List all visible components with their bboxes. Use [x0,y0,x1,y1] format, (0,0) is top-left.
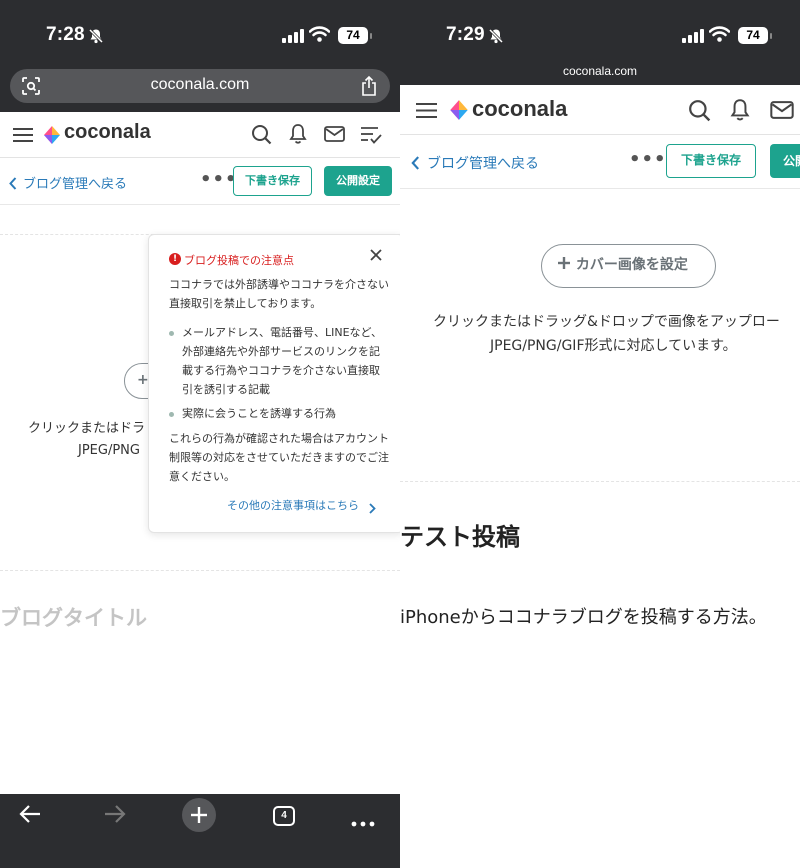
more-options-icon[interactable]: ••• [200,169,238,190]
other-cautions-link[interactable]: その他の注意事項はこちら [227,497,359,513]
left-screenshot: 7:28 74 coconala.com coconala ブログ管理へ戻る •… [0,0,400,868]
cellular-signal-icon [282,28,304,47]
plus-icon [558,257,570,269]
share-icon[interactable] [360,75,378,101]
more-options-icon[interactable]: ••• [629,149,667,170]
messages-mail-icon[interactable] [770,101,794,123]
bell-muted-icon [88,28,104,48]
search-icon[interactable] [251,124,272,149]
popup-item-2: 実際に会うことを誘導する行為 [182,407,336,420]
cover-help-line-2: JPEG/PNG [78,443,140,458]
chevron-left-icon[interactable] [411,155,420,174]
blog-title-input[interactable]: ブログタイトル [0,602,147,632]
cover-help-line-1: クリックまたはドラッグ&ドロップで画像をアップロー [433,314,780,330]
bell-muted-icon [488,28,504,48]
site-header: coconala [400,85,800,135]
status-time: 7:29 [446,24,485,45]
save-draft-button[interactable]: 下書き保存 [233,166,312,196]
popup-title: ブログ投稿での注意点 [184,254,294,267]
alert-icon: ! [169,253,181,265]
status-time: 7:28 [46,24,85,45]
url-text: coconala.com [150,76,250,93]
cellular-signal-icon [682,28,704,47]
new-tab-button[interactable] [182,798,216,832]
tabs-count-icon[interactable]: 4 [273,806,295,826]
site-header: coconala [0,112,400,158]
bullet-dot [169,412,174,417]
coconala-logo-icon[interactable] [447,98,471,126]
browser-chrome-top: 7:29 74 coconala.com [400,0,800,85]
cover-help-line-2: JPEG/PNG/GIF形式に対応しています。 [490,338,737,354]
cover-help-line-1: クリックまたはドラ [28,421,146,436]
notification-bell-icon[interactable] [289,123,307,149]
title-area-divider [400,481,800,482]
brand-wordmark[interactable]: coconala [472,96,567,122]
search-icon[interactable] [688,99,711,126]
bullet-dot [169,331,174,336]
messages-mail-icon[interactable] [324,126,345,146]
popup-outro: これらの行為が確認された場合はアカウント制限等の対応をさせていただきますのでご注… [169,432,389,483]
publish-settings-button[interactable]: 公開設定 [324,166,392,196]
address-bar[interactable]: coconala.com [10,69,390,103]
chevron-left-icon[interactable] [9,175,17,194]
hamburger-menu-icon[interactable] [13,127,33,147]
wifi-icon [308,26,331,46]
more-menu-icon[interactable] [351,812,375,831]
popup-intro: ココナラでは外部誘導やココナラを介さない直接取引を禁止しております。 [169,278,389,310]
posting-caution-popup: ! ブログ投稿での注意点 ココナラでは外部誘導やココナラを介さない直接取引を禁止… [148,234,400,533]
hamburger-menu-icon[interactable] [416,102,437,123]
notification-bell-icon[interactable] [730,98,750,126]
task-checklist-icon[interactable] [360,125,382,149]
wifi-icon [708,26,731,46]
battery-indicator: 74 [738,27,772,44]
popup-item-1: メールアドレス、電話番号、LINEなど、外部連絡先や外部サービスのリンクを記載す… [182,326,383,396]
title-area-divider [0,570,400,571]
close-icon[interactable] [369,247,383,266]
back-arrow-icon[interactable] [19,804,41,828]
blog-title-input[interactable]: テスト投稿 [400,517,520,552]
back-to-blog-management-link[interactable]: ブログ管理へ戻る [23,173,127,192]
set-cover-image-button[interactable]: カバー画像を設定 [541,244,716,288]
battery-indicator: 74 [338,27,372,44]
back-to-blog-management-link[interactable]: ブログ管理へ戻る [427,153,539,173]
editor-toolbar: ブログ管理へ戻る ••• 下書き保存 公開 [400,135,800,189]
save-draft-button[interactable]: 下書き保存 [666,144,756,178]
browser-bottom-toolbar: 4 [0,794,400,868]
forward-arrow-icon [104,804,126,828]
publish-settings-button[interactable]: 公開 [770,144,800,178]
blog-body-editor[interactable]: iPhoneからココナラブログを投稿する方法。 [400,603,767,629]
coconala-logo-icon[interactable] [41,124,63,150]
compact-url[interactable]: coconala.com [400,64,800,78]
browser-chrome-top: 7:28 74 coconala.com [0,0,400,112]
editor-toolbar: ブログ管理へ戻る ••• 下書き保存 公開設定 [0,158,400,205]
cover-button-label: カバー画像を設定 [575,257,688,273]
right-screenshot: 7:29 74 coconala.com coconala ブログ管理へ戻る •… [400,0,800,868]
brand-wordmark[interactable]: coconala [64,121,151,144]
chevron-right-icon[interactable] [369,499,376,518]
